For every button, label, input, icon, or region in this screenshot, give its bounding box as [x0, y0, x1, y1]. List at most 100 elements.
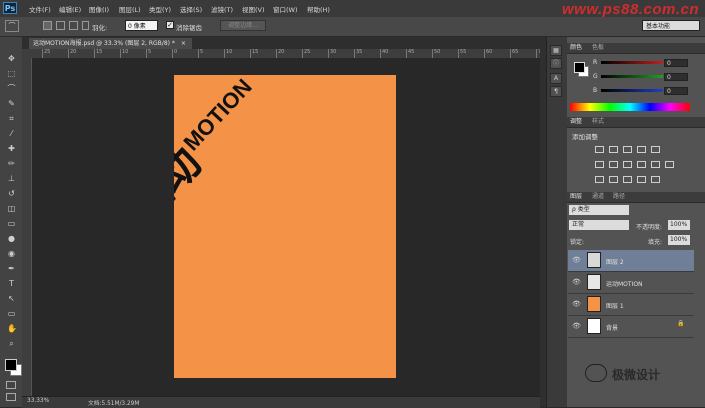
- document-tab-title: 运动MOTION海报.psd @ 33.3% (图层 2, RGB/8) *: [33, 40, 175, 47]
- healing-brush-icon[interactable]: ✚: [7, 144, 16, 153]
- channel-slider-g[interactable]: [601, 75, 663, 78]
- antialias-checkbox[interactable]: ✓: [166, 21, 174, 29]
- gradient-tool-icon[interactable]: ▭: [7, 219, 16, 228]
- refine-edge-button[interactable]: 调整边缘...: [220, 20, 266, 31]
- tab-layers[interactable]: 图层: [570, 192, 582, 202]
- menu-edit[interactable]: 编辑(E): [59, 4, 81, 14]
- clone-stamp-icon[interactable]: ⊥: [7, 174, 16, 183]
- blend-mode-select[interactable]: 正常: [569, 220, 629, 230]
- menu-select[interactable]: 选择(S): [180, 4, 202, 14]
- menu-help[interactable]: 帮助(H): [307, 4, 330, 14]
- foreground-color-swatch[interactable]: [5, 359, 17, 371]
- screen-mode-icon[interactable]: [6, 393, 16, 401]
- brightness-contrast-icon[interactable]: [595, 146, 604, 153]
- opacity-input[interactable]: 100%: [668, 220, 690, 230]
- ruler-tick: 30: [328, 49, 336, 58]
- layer-visibility-eye-icon[interactable]: 👁: [572, 322, 581, 330]
- tab-adjustments[interactable]: 调整: [570, 117, 582, 127]
- intersect-selection-icon[interactable]: [82, 21, 89, 30]
- gradient-map-icon[interactable]: [637, 176, 646, 183]
- add-selection-icon[interactable]: [56, 21, 65, 30]
- curves-icon[interactable]: [623, 146, 632, 153]
- menu-filter[interactable]: 滤镜(T): [211, 4, 233, 14]
- selective-color-icon[interactable]: [651, 176, 660, 183]
- character-panel-icon[interactable]: A: [550, 73, 562, 84]
- channel-value-r[interactable]: 0: [664, 59, 688, 67]
- color-foreground-swatch[interactable]: [574, 62, 585, 73]
- layer-visibility-eye-icon[interactable]: 👁: [572, 256, 581, 264]
- artwork-chinese-text: 运动: [174, 138, 211, 235]
- color-spectrum-bar[interactable]: [570, 103, 690, 111]
- marquee-tool-icon[interactable]: ⬚: [7, 69, 16, 78]
- channel-value-b[interactable]: 0: [664, 87, 688, 95]
- path-select-icon[interactable]: ↖: [7, 294, 16, 303]
- exposure-icon[interactable]: [637, 146, 646, 153]
- paragraph-panel-icon[interactable]: ¶: [550, 86, 562, 97]
- tab-styles[interactable]: 样式: [592, 117, 604, 127]
- new-selection-icon[interactable]: [43, 21, 52, 30]
- brush-tool-icon[interactable]: ✏: [7, 159, 16, 168]
- history-panel-icon[interactable]: ▦: [550, 45, 562, 56]
- layer-visibility-eye-icon[interactable]: 👁: [572, 300, 581, 308]
- tab-channels[interactable]: 通道: [592, 192, 604, 202]
- menu-view[interactable]: 视图(V): [242, 4, 265, 14]
- threshold-icon[interactable]: [623, 176, 632, 183]
- channel-mixer-icon[interactable]: [651, 161, 660, 168]
- type-tool-icon[interactable]: T: [7, 279, 16, 288]
- levels-icon[interactable]: [609, 146, 618, 153]
- channel-slider-b[interactable]: [601, 89, 663, 92]
- posterize-icon[interactable]: [609, 176, 618, 183]
- layer-visibility-eye-icon[interactable]: 👁: [572, 278, 581, 286]
- menu-image[interactable]: 图像(I): [89, 4, 109, 14]
- close-tab-icon[interactable]: ×: [181, 40, 186, 47]
- layer-name[interactable]: 图层 1: [606, 301, 624, 310]
- dodge-tool-icon[interactable]: ◉: [7, 249, 16, 258]
- pen-tool-icon[interactable]: ✒: [7, 264, 16, 273]
- invert-icon[interactable]: [595, 176, 604, 183]
- black-white-icon[interactable]: [623, 161, 632, 168]
- zoom-tool-icon[interactable]: ⌕: [7, 339, 16, 348]
- layer-filter-select[interactable]: ρ 类型: [569, 205, 629, 215]
- photoshop-logo-icon: Ps: [3, 2, 17, 14]
- channel-value-g[interactable]: 0: [664, 73, 688, 81]
- history-brush-icon[interactable]: ↺: [7, 189, 16, 198]
- tab-paths[interactable]: 路径: [613, 192, 625, 202]
- ruler-tick: 50: [432, 49, 440, 58]
- menu-file[interactable]: 文件(F): [29, 4, 51, 14]
- quick-mask-icon[interactable]: [6, 381, 16, 389]
- tab-swatches[interactable]: 色板: [592, 43, 604, 53]
- lock-label: 锁定:: [570, 239, 585, 246]
- shape-tool-icon[interactable]: ▭: [7, 309, 16, 318]
- blur-tool-icon[interactable]: ●: [7, 234, 16, 243]
- quick-select-tool-icon[interactable]: ✎: [7, 99, 16, 108]
- lasso-preset-icon[interactable]: ⌒: [5, 20, 19, 32]
- zoom-level[interactable]: 33.33%: [27, 398, 49, 404]
- vibrance-icon[interactable]: [651, 146, 660, 153]
- lasso-tool-icon[interactable]: ⌒: [7, 84, 16, 93]
- eyedropper-tool-icon[interactable]: ⁄: [7, 129, 16, 138]
- fill-label: 填充:: [648, 239, 663, 246]
- workspace-select[interactable]: 基本功能: [642, 20, 700, 31]
- menu-layer[interactable]: 图层(L): [119, 4, 141, 14]
- document-tab[interactable]: 运动MOTION海报.psd @ 33.3% (图层 2, RGB/8) * ×: [29, 38, 192, 49]
- color-balance-icon[interactable]: [609, 161, 618, 168]
- subtract-selection-icon[interactable]: [69, 21, 78, 30]
- channel-slider-r[interactable]: [601, 61, 663, 64]
- tab-color[interactable]: 颜色: [570, 43, 582, 53]
- document-artboard[interactable]: 运动MOTION: [174, 75, 396, 378]
- eraser-tool-icon[interactable]: ◫: [7, 204, 16, 213]
- fill-input[interactable]: 100%: [668, 235, 690, 245]
- layer-name[interactable]: 背景: [606, 323, 618, 332]
- color-lookup-icon[interactable]: [665, 161, 674, 168]
- layer-name[interactable]: 图层 2: [606, 257, 624, 266]
- hand-tool-icon[interactable]: ✋: [7, 324, 17, 333]
- photo-filter-icon[interactable]: [637, 161, 646, 168]
- hue-saturation-icon[interactable]: [595, 161, 604, 168]
- menu-window[interactable]: 窗口(W): [273, 4, 298, 14]
- properties-panel-icon[interactable]: ⓘ: [550, 58, 562, 69]
- layer-name[interactable]: 运动MOTION: [606, 279, 643, 288]
- menu-type[interactable]: 类型(Y): [149, 4, 171, 14]
- feather-input[interactable]: 0 像素: [125, 20, 158, 31]
- crop-tool-icon[interactable]: ⌗: [7, 114, 16, 123]
- move-tool-icon[interactable]: ✥: [7, 54, 16, 63]
